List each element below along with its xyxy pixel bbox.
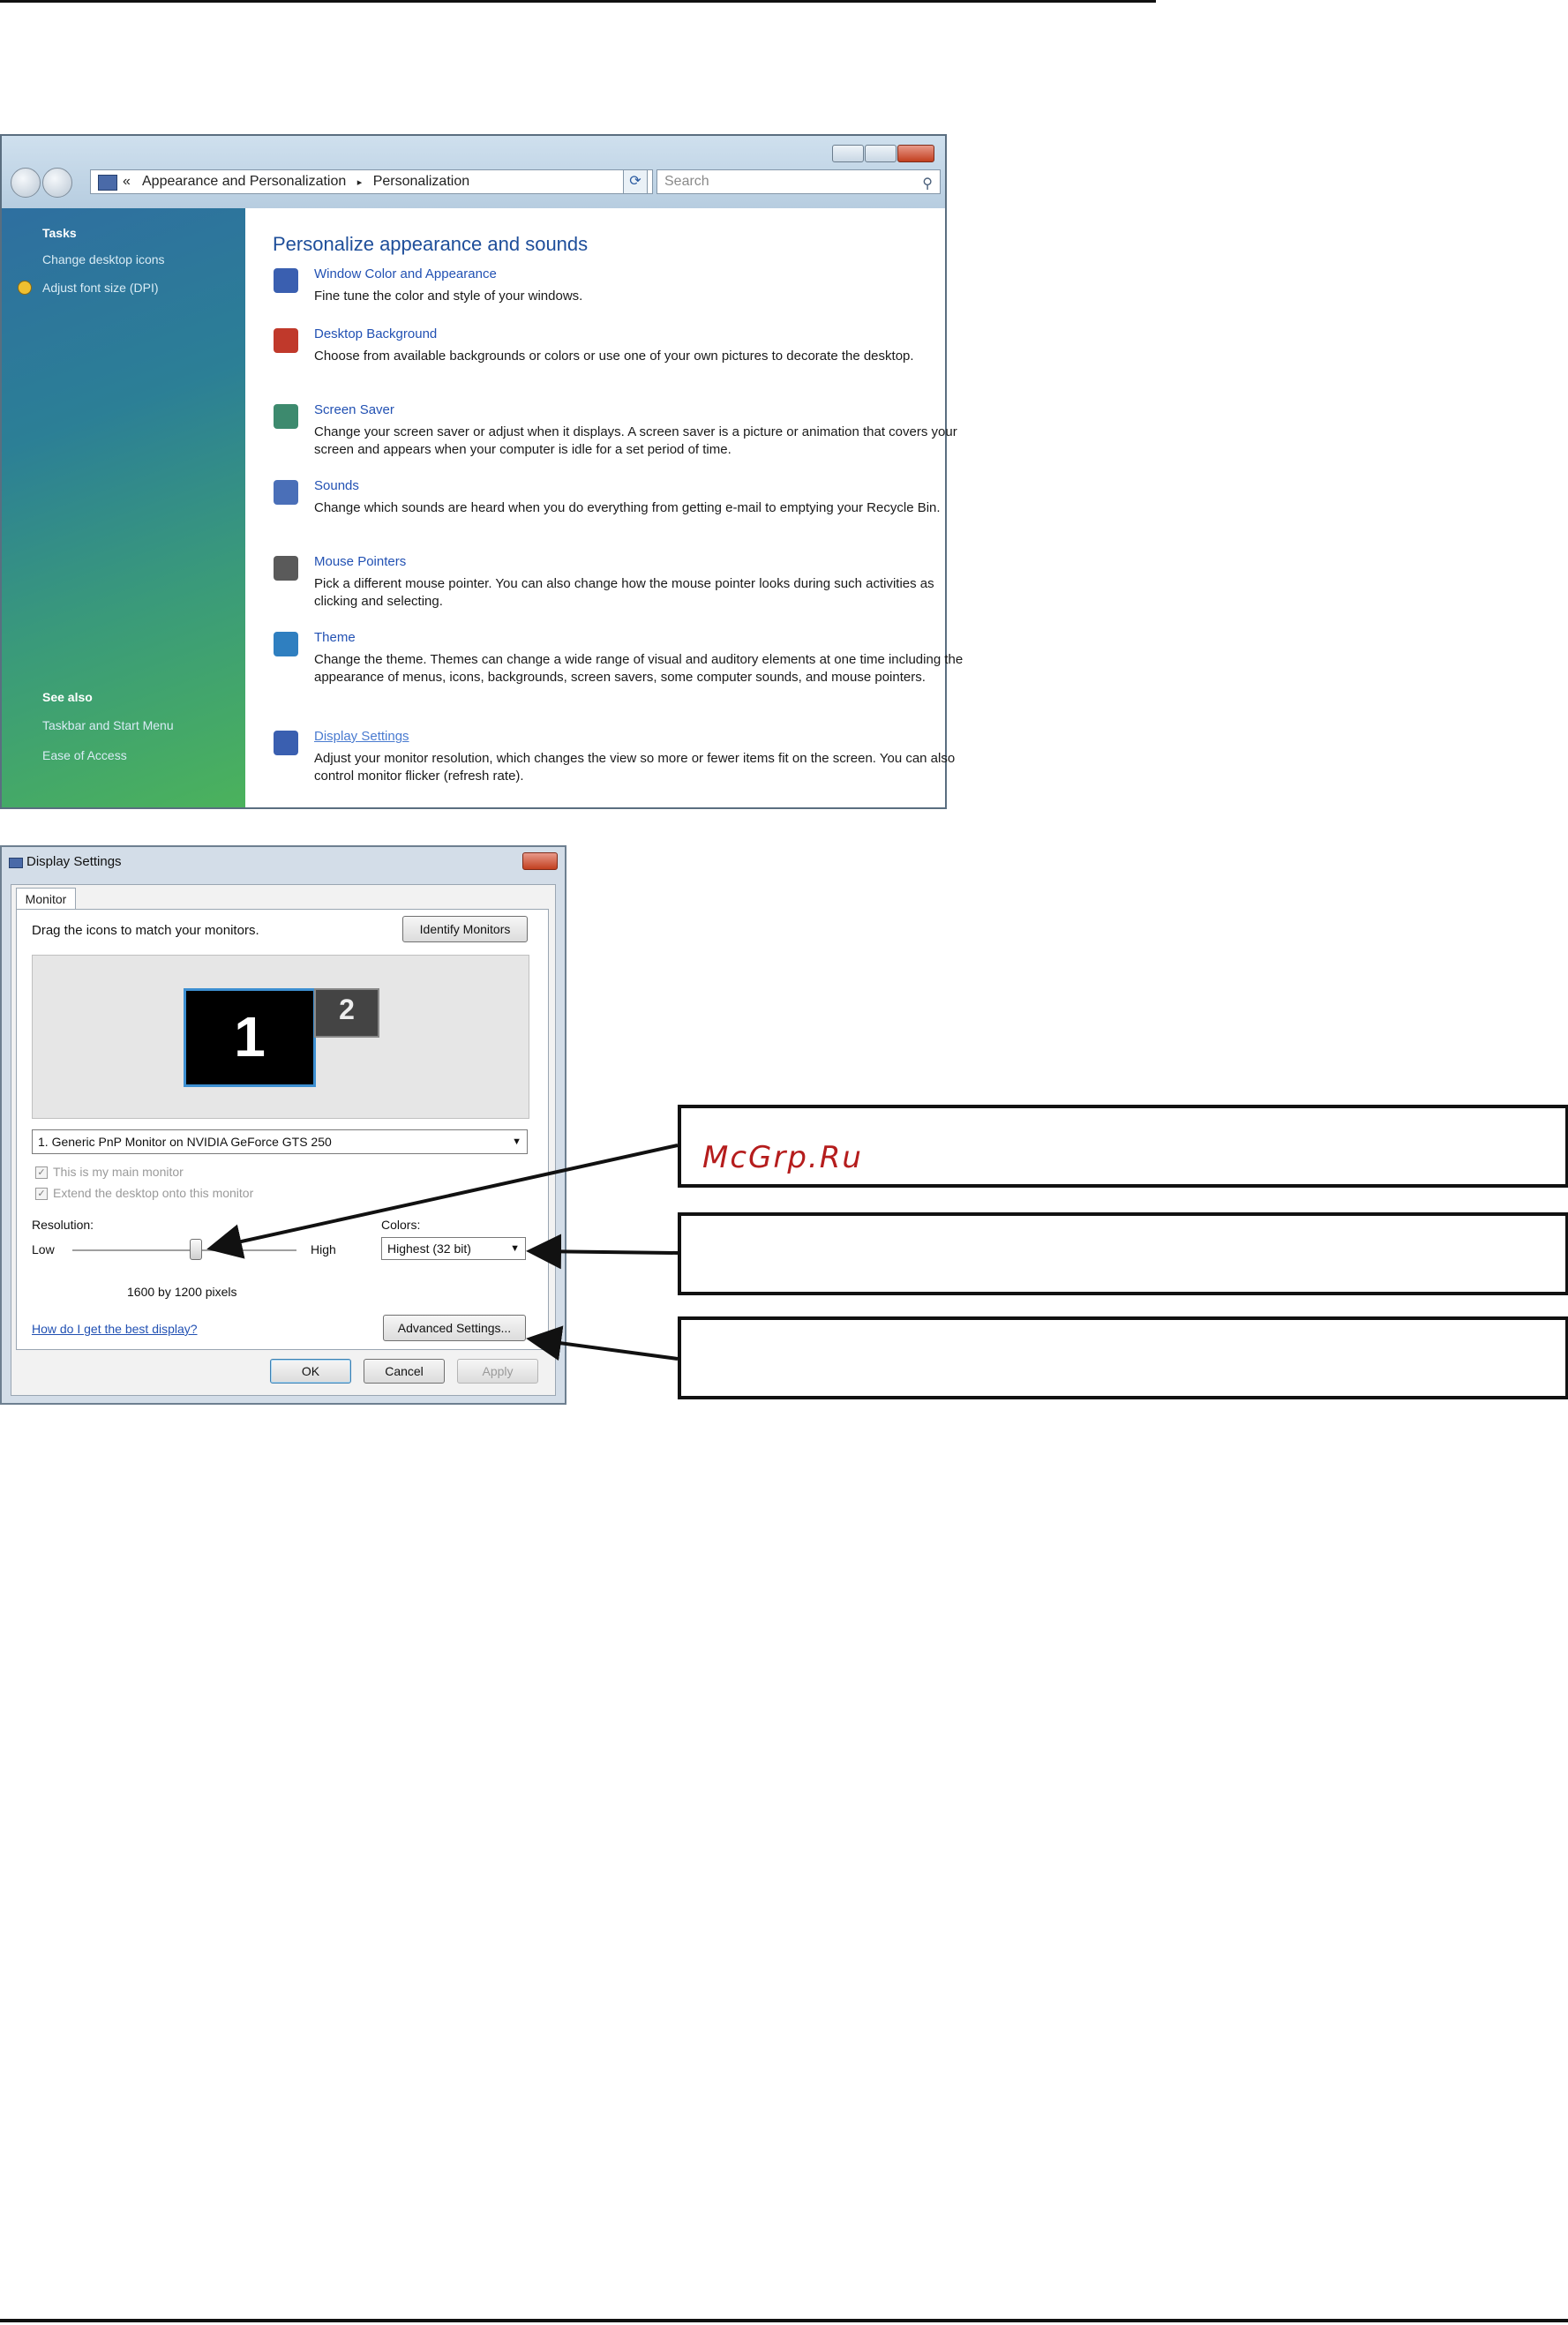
callout-arrows [206, 1144, 679, 1361]
arrow-to-slider [206, 1144, 679, 1259]
bottom-rule [0, 2319, 1568, 2322]
arrow-to-colors [526, 1234, 679, 1270]
arrow-to-advanced [526, 1325, 679, 1361]
